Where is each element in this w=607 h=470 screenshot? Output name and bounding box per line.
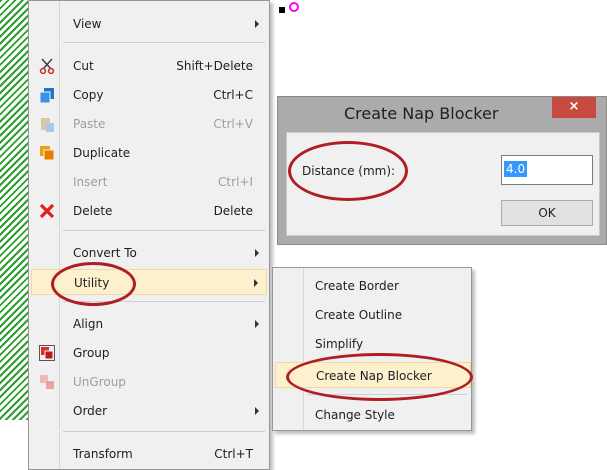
- submenu-arrow-icon: [254, 279, 258, 287]
- submenu-arrow-icon: [255, 407, 259, 415]
- distance-label: Distance (mm):: [302, 164, 396, 178]
- menu-item-view[interactable]: View: [31, 11, 267, 37]
- submenu-arrow-icon: [255, 320, 259, 328]
- copy-icon: [39, 88, 54, 103]
- menu-item-label: Duplicate: [73, 146, 131, 160]
- menu-item-label: Utility: [74, 276, 110, 290]
- menu-item-label: Paste: [73, 117, 106, 131]
- close-button[interactable]: ×: [552, 97, 596, 118]
- menu-item-label: Insert: [73, 175, 108, 189]
- dialog-title: Create Nap Blocker: [344, 104, 499, 123]
- submenu-item-label: Create Nap Blocker: [316, 369, 432, 383]
- menu-separator: [63, 301, 265, 302]
- dialog-body: Distance (mm): 4.0 OK: [286, 132, 600, 236]
- menu-item-copy[interactable]: Copy Ctrl+C: [31, 82, 267, 108]
- menu-item-label: View: [73, 17, 102, 31]
- menu-item-label: Align: [73, 317, 104, 331]
- menu-separator: [63, 431, 265, 432]
- menu-separator: [63, 230, 265, 231]
- menu-item-shortcut: Ctrl+C: [213, 88, 253, 102]
- menu-item-shortcut: Ctrl+T: [214, 447, 253, 461]
- submenu-item-create-border[interactable]: Create Border: [275, 273, 471, 299]
- submenu-item-simplify[interactable]: Simplify: [275, 331, 471, 357]
- menu-item-convert-to[interactable]: Convert To: [31, 240, 267, 266]
- duplicate-icon: [40, 146, 55, 161]
- menu-item-label: Transform: [73, 447, 133, 461]
- menu-item-label: Delete: [73, 204, 113, 218]
- menu-item-utility[interactable]: Utility: [31, 269, 267, 295]
- submenu-item-create-outline[interactable]: Create Outline: [275, 302, 471, 328]
- menu-item-label: Copy: [73, 88, 104, 102]
- dialog-titlebar[interactable]: Create Nap Blocker ×: [278, 97, 606, 131]
- submenu-item-label: Create Outline: [315, 308, 403, 322]
- menu-item-shortcut: Delete: [213, 204, 253, 218]
- menu-item-shortcut: Ctrl+I: [218, 175, 253, 189]
- menu-item-transform[interactable]: Transform Ctrl+T: [31, 441, 267, 467]
- distance-input[interactable]: 4.0: [501, 155, 593, 185]
- create-nap-blocker-dialog: Create Nap Blocker × Distance (mm): 4.0 …: [277, 96, 607, 245]
- menu-item-label: Group: [73, 346, 110, 360]
- paste-icon: [41, 118, 54, 132]
- submenu-item-label: Create Border: [315, 279, 399, 293]
- menu-item-cut[interactable]: Cut Shift+Delete: [31, 53, 267, 79]
- menu-separator: [307, 394, 467, 395]
- menu-separator: [63, 42, 265, 43]
- menu-item-label: Order: [73, 404, 108, 418]
- menu-item-insert[interactable]: Insert Ctrl+I: [31, 169, 267, 195]
- rotate-handle-icon[interactable]: [289, 2, 299, 12]
- submenu-item-create-nap-blocker[interactable]: Create Nap Blocker: [275, 362, 471, 388]
- menu-item-label: Convert To: [73, 246, 137, 260]
- submenu-item-label: Change Style: [315, 408, 395, 422]
- ungroup-icon: [40, 375, 54, 389]
- submenu-item-change-style[interactable]: Change Style: [275, 402, 471, 428]
- menu-item-align[interactable]: Align: [31, 311, 267, 337]
- delete-x-icon: [39, 203, 55, 219]
- menu-item-label: Cut: [73, 59, 94, 73]
- group-icon: [39, 345, 55, 361]
- ok-button[interactable]: OK: [501, 200, 593, 226]
- context-menu: View Cut Shift+Delete Copy Ctrl+C Paste …: [28, 0, 270, 470]
- menu-item-ungroup[interactable]: UnGroup: [31, 369, 267, 395]
- submenu-arrow-icon: [255, 20, 259, 28]
- submenu-arrow-icon: [255, 249, 259, 257]
- menu-item-label: UnGroup: [73, 375, 126, 389]
- menu-item-order[interactable]: Order: [31, 398, 267, 424]
- menu-item-paste[interactable]: Paste Ctrl+V: [31, 111, 267, 137]
- menu-item-duplicate[interactable]: Duplicate: [31, 140, 267, 166]
- menu-item-delete[interactable]: Delete Delete: [31, 198, 267, 224]
- distance-value: 4.0: [504, 161, 528, 177]
- utility-submenu: Create Border Create Outline Simplify Cr…: [272, 267, 472, 431]
- menu-item-shortcut: Ctrl+V: [213, 117, 253, 131]
- scissors-icon: [39, 58, 55, 74]
- submenu-item-label: Simplify: [315, 337, 364, 351]
- menu-item-shortcut: Shift+Delete: [176, 59, 253, 73]
- selection-handle[interactable]: [279, 7, 285, 13]
- menu-item-group[interactable]: Group: [31, 340, 267, 366]
